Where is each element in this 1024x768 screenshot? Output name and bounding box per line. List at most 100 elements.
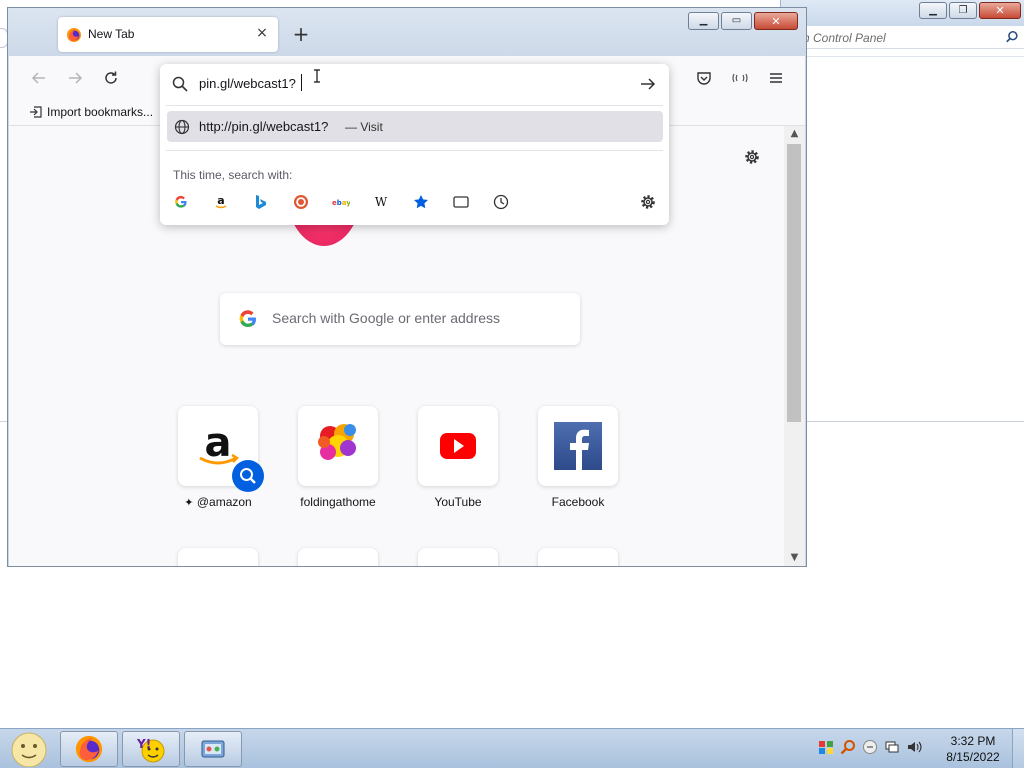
svg-text:ebay: ebay: [332, 199, 350, 207]
start-orb-icon: [11, 732, 47, 768]
hamburger-menu-icon: [770, 73, 782, 83]
top-site-tile[interactable]: [418, 406, 498, 486]
back-arrow-icon: [31, 72, 45, 84]
google-icon[interactable]: [172, 193, 190, 211]
control-panel-titlebar: ▁ ❐ ✕: [781, 0, 1024, 26]
show-desktop-button[interactable]: [1012, 729, 1024, 768]
duckduckgo-icon[interactable]: [292, 193, 310, 211]
import-icon: [30, 106, 42, 118]
search-shortcut-badge: [232, 460, 264, 492]
tab-title: New Tab: [88, 27, 135, 41]
taskbar-control-panel-button[interactable]: [184, 731, 242, 767]
forward-button[interactable]: [63, 66, 87, 90]
top-site-tile[interactable]: [178, 548, 258, 566]
new-tab-button[interactable]: +: [291, 24, 311, 44]
history-icon[interactable]: [492, 193, 510, 211]
import-bookmarks-label: Import bookmarks...: [47, 105, 154, 119]
divider: [166, 150, 663, 151]
messenger-tray-icon[interactable]: [862, 739, 878, 755]
volume-icon[interactable]: [906, 739, 922, 755]
go-arrow-icon[interactable]: [639, 75, 657, 93]
network-icon[interactable]: [884, 739, 900, 755]
facebook-icon: [554, 422, 602, 470]
minimize-button[interactable]: ▁: [919, 2, 947, 19]
search-tray-icon[interactable]: [840, 739, 856, 755]
tab-new-tab[interactable]: New Tab ×: [58, 17, 278, 52]
control-panel-window: ▁ ❐ ✕ rch Control Panel: [780, 0, 1024, 422]
control-panel-icon: [201, 740, 225, 758]
amazon-icon[interactable]: a: [212, 193, 230, 211]
tile-label: Facebook: [551, 495, 605, 509]
content-search-input[interactable]: Search with Google or enter address: [220, 293, 580, 345]
urlbar-dropdown: pin.gl/webcast1? http://pin.gl/webcast1?…: [160, 64, 669, 225]
restore-button[interactable]: ▭: [721, 12, 752, 30]
wikipedia-icon[interactable]: W: [372, 193, 390, 211]
pocket-icon: [697, 72, 711, 85]
clock-date: 8/15/2022: [946, 750, 1000, 764]
search-with-label: This time, search with:: [173, 168, 293, 182]
clock[interactable]: 3:32 PM 8/15/2022: [940, 733, 1006, 765]
top-site-tile[interactable]: [538, 406, 618, 486]
taskbar-firefox-button[interactable]: [60, 731, 118, 767]
tabs-icon[interactable]: [452, 193, 470, 211]
search-icon: [240, 468, 256, 484]
minimize-button[interactable]: ▁: [688, 12, 719, 30]
clock-time: 3:32 PM: [950, 734, 996, 748]
foldingathome-icon: [318, 424, 356, 460]
close-icon[interactable]: ×: [254, 25, 270, 41]
firefox-icon: [75, 735, 103, 763]
gear-icon[interactable]: [639, 193, 657, 211]
control-panel-search-input[interactable]: rch Control Panel: [781, 27, 1024, 49]
result-url: http://pin.gl/webcast1?: [199, 119, 329, 134]
gear-icon[interactable]: [743, 148, 761, 166]
windows-security-icon[interactable]: [818, 739, 834, 755]
svg-text:Y!: Y!: [136, 737, 151, 751]
extension-button[interactable]: [728, 66, 752, 90]
divider: [781, 56, 1024, 57]
restore-button[interactable]: ❐: [949, 2, 977, 19]
ebay-icon[interactable]: ebay: [332, 193, 350, 211]
google-icon: [239, 310, 256, 328]
top-site-tile[interactable]: [538, 548, 618, 566]
import-bookmarks-button[interactable]: Import bookmarks...: [29, 105, 153, 119]
firefox-icon: [67, 28, 81, 42]
close-button[interactable]: ✕: [979, 2, 1021, 19]
top-site-tile[interactable]: [418, 548, 498, 566]
scrollbar-thumb[interactable]: [787, 144, 801, 422]
reload-button[interactable]: [99, 66, 123, 90]
address-bar-input[interactable]: pin.gl/webcast1?: [160, 64, 669, 104]
top-site-tile[interactable]: [298, 406, 378, 486]
tile-label: ✦ @amazon: [184, 495, 252, 509]
youtube-icon: [440, 433, 476, 459]
pocket-button[interactable]: [692, 66, 716, 90]
system-tray: [818, 739, 922, 755]
search-icon[interactable]: [1005, 30, 1019, 44]
yahoo-messenger-icon: Y!: [136, 737, 165, 763]
pin-icon: ✦: [184, 497, 194, 509]
divider: [166, 105, 663, 106]
urlbar-result-visit[interactable]: http://pin.gl/webcast1? — Visit: [167, 111, 663, 142]
back-button[interactable]: [27, 66, 51, 90]
menu-button[interactable]: [764, 66, 788, 90]
top-site-tile[interactable]: a: [178, 406, 264, 492]
reload-icon: [105, 71, 117, 84]
taskbar: Y! 3:32 PM 8/15/2022: [0, 728, 1024, 768]
ibeam-cursor-icon: [314, 69, 320, 83]
tile-label: YouTube: [434, 495, 482, 509]
firefox-window: ▁ ▭ ✕ New Tab × + Import bookmarks... Se…: [7, 7, 807, 567]
divider: [781, 421, 1024, 422]
forward-arrow-icon: [69, 72, 83, 84]
bookmarks-icon[interactable]: [412, 193, 430, 211]
search-icon: [172, 76, 188, 92]
bing-icon[interactable]: [252, 193, 270, 211]
top-site-tile[interactable]: [298, 548, 378, 566]
result-action: — Visit: [345, 120, 383, 134]
tile-label: foldingathome: [300, 495, 376, 509]
globe-icon: [174, 119, 190, 135]
vertical-scrollbar[interactable]: ▲ ▼: [784, 126, 805, 566]
close-button[interactable]: ✕: [754, 12, 798, 30]
scroll-down-arrow-icon[interactable]: ▼: [784, 550, 805, 566]
scroll-up-arrow-icon[interactable]: ▲: [784, 126, 805, 142]
taskbar-yahoo-messenger-button[interactable]: Y!: [122, 731, 180, 767]
start-button[interactable]: [4, 731, 50, 768]
